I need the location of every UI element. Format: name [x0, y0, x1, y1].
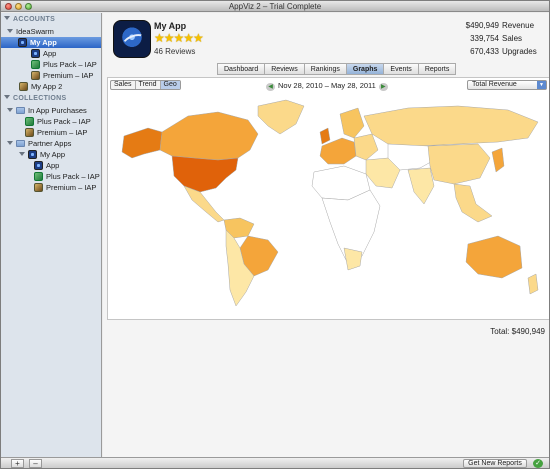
tab-events[interactable]: Events — [384, 64, 419, 74]
previous-range-icon[interactable]: ◀ — [266, 83, 275, 91]
app-icon — [28, 150, 37, 159]
review-count[interactable]: 46 Reviews — [154, 47, 195, 56]
disclosure-triangle-icon[interactable] — [7, 29, 13, 33]
zoom-window-icon[interactable] — [25, 3, 32, 10]
sidebar-item-plus-pack[interactable]: Plus Pack – IAP — [25, 116, 91, 127]
map-region-russia — [363, 105, 539, 147]
map-region-canada — [159, 111, 259, 161]
window-title: AppViz 2 – Trial Complete — [228, 2, 322, 11]
map-region-eastern-europe — [353, 133, 379, 161]
sidebar-item-premium[interactable]: Premium – IAP — [25, 127, 87, 138]
sidebar-item-partner-plus-pack[interactable]: Plus Pack – IAP — [34, 171, 100, 182]
graph-panel: Sales Trend Geo ◀ Nov 28, 2010 – May 28, … — [107, 77, 549, 320]
sidebar-account[interactable]: IdeaSwarm — [7, 26, 54, 37]
tab-dashboard[interactable]: Dashboard — [218, 64, 266, 74]
map-region-china — [427, 143, 491, 185]
revenue-label: Revenue — [502, 21, 535, 30]
map-region-mexico — [183, 185, 225, 223]
app-icon — [18, 38, 27, 47]
title-bar: AppViz 2 – Trial Complete — [1, 1, 549, 12]
main-panel: My App ★★★★★ 46 Reviews $490,949 Revenue … — [103, 13, 549, 457]
minimize-window-icon[interactable] — [15, 3, 22, 10]
iap-icon — [34, 172, 43, 181]
disclosure-triangle-icon[interactable] — [7, 141, 13, 145]
sidebar-item-partner-apps[interactable]: Partner Apps — [7, 138, 71, 149]
app-icon — [19, 82, 28, 91]
revenue-value: $490,949 — [465, 21, 499, 30]
app-icon — [31, 49, 40, 58]
map-region-greenland — [257, 99, 305, 135]
iap-icon — [31, 60, 40, 69]
disclosure-triangle-icon[interactable] — [4, 16, 10, 20]
summary-stats: $490,949 Revenue 339,754 Sales 670,433 Upgr… — [466, 19, 539, 58]
next-range-icon[interactable]: ▶ — [378, 83, 388, 91]
accounts-header: ACCOUNTS — [4, 16, 55, 23]
iap-icon — [25, 128, 34, 137]
sales-label: Sales — [502, 34, 523, 43]
mode-geo-button[interactable]: Geo — [160, 81, 180, 89]
sidebar-item-partner-my-app[interactable]: My App — [19, 149, 65, 160]
get-new-reports-button[interactable]: Get New Reports — [463, 459, 527, 468]
sidebar-item-my-app-2[interactable]: My App 2 — [19, 81, 62, 92]
upgrades-value: 670,433 — [470, 47, 499, 56]
add-button[interactable]: + — [11, 459, 24, 468]
iap-icon — [31, 71, 40, 80]
tab-reviews[interactable]: Reviews — [265, 64, 305, 74]
star-rating: ★★★★★ — [154, 31, 204, 45]
tab-reports[interactable]: Reports — [419, 64, 456, 74]
disclosure-triangle-icon[interactable] — [4, 95, 10, 99]
map-region-alaska — [121, 127, 163, 159]
tab-rankings[interactable]: Rankings — [305, 64, 347, 74]
remove-button[interactable]: – — [29, 459, 42, 468]
status-check-icon: ✓ — [533, 459, 543, 468]
map-region-new-zealand — [527, 273, 539, 295]
tab-graphs[interactable]: Graphs — [346, 64, 385, 74]
bottom-bar: + – Get New Reports ✓ — [1, 457, 549, 468]
map-region-scandinavia — [339, 107, 365, 139]
collections-header: COLLECTIONS — [4, 95, 66, 102]
metric-select[interactable]: Total Revenue ▼ — [467, 80, 547, 90]
date-range-control: ◀ Nov 28, 2010 – May 28, 2011 ▶ — [263, 81, 391, 91]
view-mode-segmented-control: Sales Trend Geo — [110, 80, 181, 90]
upgrades-label: Upgrades — [502, 47, 537, 56]
sidebar-item-my-app[interactable]: My App — [1, 37, 101, 48]
mode-sales-button[interactable]: Sales — [111, 81, 136, 89]
total-revenue: Total: $490,949 — [490, 327, 545, 336]
map-region-australia — [465, 235, 523, 279]
sidebar-item-plus-pack[interactable]: Plus Pack – IAP — [31, 59, 97, 70]
tab-bar: Dashboard Reviews Rankings Graphs Events… — [217, 63, 457, 75]
sidebar-item-partner-app[interactable]: App — [34, 160, 59, 171]
folder-icon — [16, 107, 25, 114]
world-revenue-map — [121, 99, 539, 307]
chevron-down-icon: ▼ — [537, 81, 546, 89]
iap-icon — [25, 117, 34, 126]
metric-select-value: Total Revenue — [472, 81, 517, 88]
map-region-india — [407, 167, 435, 205]
map-region-usa — [171, 155, 239, 193]
sidebar-item-app[interactable]: App — [31, 48, 56, 59]
close-window-icon[interactable] — [5, 3, 12, 10]
map-region-southeast-asia — [453, 183, 493, 223]
app-window: AppViz 2 – Trial Complete ACCOUNTS IdeaS… — [0, 0, 550, 469]
iap-icon — [34, 183, 43, 192]
disclosure-triangle-icon[interactable] — [7, 108, 13, 112]
map-region-south-africa — [343, 247, 363, 271]
map-region-uk — [319, 127, 331, 145]
date-range-label[interactable]: Nov 28, 2010 – May 28, 2011 — [278, 81, 376, 90]
map-region-japan — [491, 147, 505, 173]
folder-icon — [16, 140, 25, 147]
sidebar-item-premium[interactable]: Premium – IAP — [31, 70, 93, 81]
app-name: My App — [154, 21, 187, 31]
sidebar: ACCOUNTS IdeaSwarm My App App Plus Pack … — [1, 13, 102, 457]
mode-trend-button[interactable]: Trend — [136, 81, 161, 89]
sidebar-item-partner-premium[interactable]: Premium – IAP — [34, 182, 96, 193]
disclosure-triangle-icon[interactable] — [19, 152, 25, 156]
sidebar-item-in-app-purchases[interactable]: In App Purchases — [7, 105, 87, 116]
app-globe-icon — [113, 20, 151, 58]
app-icon — [34, 161, 43, 170]
sales-value: 339,754 — [470, 34, 499, 43]
